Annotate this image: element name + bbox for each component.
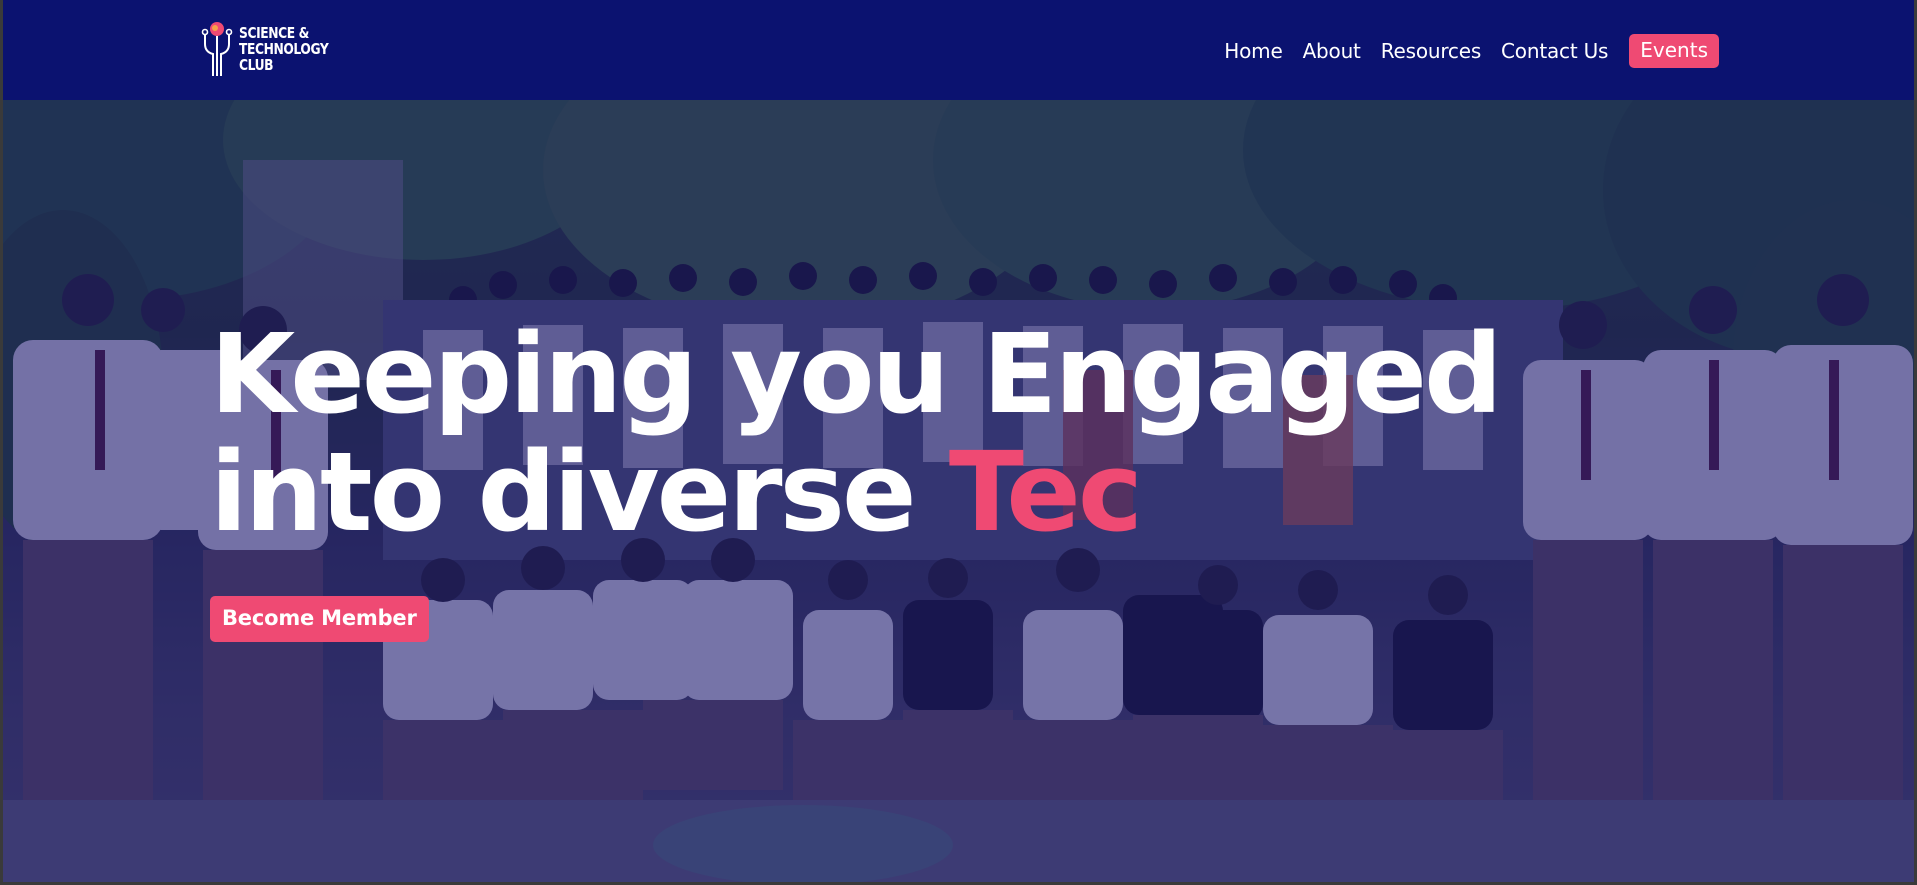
navbar: SCIENCE & TECHNOLOGY CLUB Home About Res… — [3, 0, 1914, 100]
headline-accent-word: Tec — [948, 428, 1143, 556]
logo-wordmark: SCIENCE & TECHNOLOGY CLUB — [239, 24, 329, 74]
headline-line-1: Keeping you Engaged — [210, 310, 1503, 438]
nav-resources-link[interactable]: Resources — [1381, 39, 1482, 63]
hero-section: Keeping you Engaged into diverse Tec Bec… — [3, 100, 1914, 882]
hero-headline: Keeping you Engaged into diverse Tec — [210, 315, 1503, 551]
nav-contact-link[interactable]: Contact Us — [1501, 39, 1608, 63]
circuit-brain-icon — [201, 22, 233, 76]
browser-viewport: SCIENCE & TECHNOLOGY CLUB Home About Res… — [3, 0, 1914, 882]
headline-line-2: into diverse — [210, 428, 949, 556]
logo-line-3: CLUB — [239, 56, 274, 74]
nav-events-button[interactable]: Events — [1629, 34, 1719, 68]
club-logo[interactable]: SCIENCE & TECHNOLOGY CLUB — [199, 20, 348, 78]
logo-line-1: SCIENCE & — [239, 24, 309, 42]
nav-about-link[interactable]: About — [1303, 39, 1361, 63]
nav-home-link[interactable]: Home — [1224, 39, 1282, 63]
become-member-button[interactable]: Become Member — [210, 596, 429, 642]
nav-menu: Home About Resources Contact Us Events — [1204, 34, 1719, 68]
logo-line-2: TECHNOLOGY — [239, 40, 329, 58]
